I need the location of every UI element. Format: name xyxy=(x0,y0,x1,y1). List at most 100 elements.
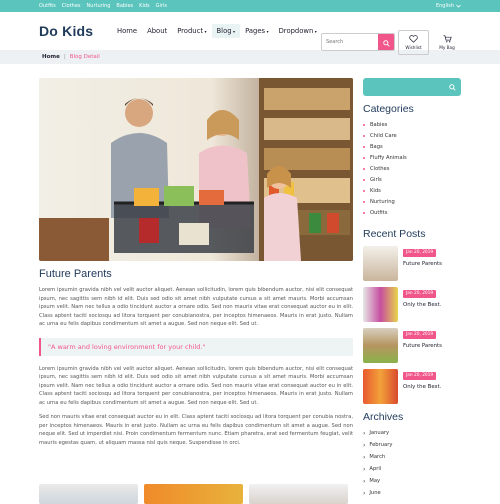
recent-posts-title: Recent Posts xyxy=(363,228,426,240)
nav-pages-label: Pages xyxy=(245,27,266,35)
chevron-right-icon: › xyxy=(363,429,366,437)
nav-product-label: Product xyxy=(177,27,203,35)
post-thumbnail[interactable] xyxy=(363,246,398,281)
recent-posts-list: Jan 20, 2019 Future Parents Jan 20, 2019 O… xyxy=(363,246,461,409)
chevron-right-icon: › xyxy=(363,477,366,485)
top-link-kids[interactable]: Kids xyxy=(139,3,149,9)
bullet-icon xyxy=(363,211,365,214)
category-item[interactable]: Girls xyxy=(363,174,461,185)
nav-home[interactable]: Home xyxy=(112,24,142,38)
archive-item[interactable]: › April xyxy=(363,463,461,475)
nav-product[interactable]: Product ▾ xyxy=(172,24,211,38)
post-date: Jan 20, 2019 xyxy=(403,371,437,380)
post-date: Jan 20, 2019 xyxy=(403,330,437,339)
recent-post[interactable]: Jan 20, 2019 Only the Best. xyxy=(363,287,461,327)
categories-title: Categories xyxy=(363,103,414,115)
archive-item[interactable]: › June xyxy=(363,487,461,499)
category-label: Clothes xyxy=(370,165,390,172)
categories-list: Babies Child Care Bags Fluffy Animals Cl… xyxy=(363,119,461,218)
search-button[interactable] xyxy=(378,34,394,50)
chevron-right-icon: › xyxy=(363,453,366,461)
gallery-thumbnails xyxy=(39,484,348,504)
bullet-icon xyxy=(363,134,365,137)
archive-item[interactable]: › May xyxy=(363,475,461,487)
top-link-girls[interactable]: Girls xyxy=(156,3,167,9)
bullet-icon xyxy=(363,167,365,170)
language-label: English xyxy=(435,3,454,9)
archives-list: › January › February › March › April › May › J… xyxy=(363,427,461,499)
article-title: Future Parents xyxy=(39,268,112,280)
nav-blog[interactable]: Blog ▾ xyxy=(211,24,241,38)
top-link-clothes[interactable]: Clothes xyxy=(62,3,81,9)
nav-about[interactable]: About xyxy=(142,24,172,38)
site-logo[interactable]: Do Kids xyxy=(39,23,93,39)
article-paragraph: Lorem ipsumin gravida nibh vel velit auc… xyxy=(39,365,353,406)
category-item[interactable]: Child Care xyxy=(363,130,461,141)
post-title[interactable]: Future Parents xyxy=(403,261,442,267)
top-link-babies[interactable]: Babies xyxy=(116,3,133,9)
category-label: Girls xyxy=(370,176,382,183)
category-item[interactable]: Bags xyxy=(363,141,461,152)
post-thumbnail[interactable] xyxy=(363,369,398,404)
archive-item[interactable]: › March xyxy=(363,451,461,463)
archive-label: June xyxy=(369,490,381,496)
sidebar: Categories Babies Child Care Bags Fluffy… xyxy=(363,78,461,499)
recent-post[interactable]: Jan 20, 2019 Future Parents xyxy=(363,328,461,368)
archive-item[interactable]: › January xyxy=(363,427,461,439)
post-title[interactable]: Future Parents xyxy=(403,343,442,349)
category-item[interactable]: Kids xyxy=(363,185,461,196)
bag-button[interactable]: My Bag xyxy=(433,30,461,55)
gallery-image[interactable] xyxy=(249,484,348,504)
recent-post[interactable]: Jan 20, 2019 Future Parents xyxy=(363,246,461,286)
bullet-icon xyxy=(363,145,365,148)
recent-post[interactable]: Jan 20, 2019 Only the Best. xyxy=(363,369,461,409)
caret-down-icon: ▾ xyxy=(314,28,317,34)
breadcrumb-home[interactable]: Home xyxy=(42,54,60,60)
nav-pages[interactable]: Pages ▾ xyxy=(240,24,274,38)
top-links: Outfits Clothes Nurturing Babies Kids Gi… xyxy=(39,3,167,9)
wishlist-button[interactable]: Wishlist xyxy=(398,30,429,55)
post-thumbnail[interactable] xyxy=(363,328,398,363)
chevron-right-icon: › xyxy=(363,441,366,449)
category-item[interactable]: Babies xyxy=(363,119,461,130)
cart-icon xyxy=(443,35,452,43)
breadcrumb-separator: | xyxy=(63,54,66,60)
post-title[interactable]: Only the Best. xyxy=(403,384,441,390)
search-icon xyxy=(449,83,456,91)
gallery-image[interactable] xyxy=(39,484,138,504)
bullet-icon xyxy=(363,178,365,181)
nav-dropdown[interactable]: Dropdown ▾ xyxy=(274,24,322,38)
chevron-right-icon: › xyxy=(363,465,366,473)
search-input[interactable] xyxy=(322,34,378,50)
bullet-icon xyxy=(363,200,365,203)
category-label: Fluffy Animals xyxy=(370,154,407,161)
gallery-image[interactable] xyxy=(144,484,243,504)
nav-blog-label: Blog xyxy=(216,27,232,35)
nav-dropdown-label: Dropdown xyxy=(278,27,314,35)
archive-label: May xyxy=(369,478,381,484)
search-box xyxy=(321,33,395,51)
category-item[interactable]: Outfits xyxy=(363,207,461,218)
top-link-outfits[interactable]: Outfits xyxy=(39,3,56,9)
top-link-nurturing[interactable]: Nurturing xyxy=(87,3,111,9)
family-shopping-photo xyxy=(39,78,353,261)
post-thumbnail[interactable] xyxy=(363,287,398,322)
archive-label: March xyxy=(369,454,386,460)
category-label: Kids xyxy=(370,187,381,194)
breadcrumb-current: Blog Detail xyxy=(69,54,100,60)
bullet-icon xyxy=(363,156,365,159)
category-label: Babies xyxy=(370,121,388,128)
article-paragraph: Lorem ipsumin gravida nibh vel velit auc… xyxy=(39,287,353,327)
category-item[interactable]: Clothes xyxy=(363,163,461,174)
heart-icon xyxy=(409,35,418,43)
article-paragraph: Sed non mauris vitae erat consequat auct… xyxy=(39,414,353,446)
category-item[interactable]: Fluffy Animals xyxy=(363,152,461,163)
category-label: Nurturing xyxy=(370,198,395,205)
sidebar-search[interactable] xyxy=(363,78,461,96)
post-date: Jan 20, 2019 xyxy=(403,248,437,257)
caret-down-icon: ▾ xyxy=(266,28,269,34)
post-title[interactable]: Only the Best. xyxy=(403,302,441,308)
archive-item[interactable]: › February xyxy=(363,439,461,451)
category-item[interactable]: Nurturing xyxy=(363,196,461,207)
language-selector[interactable]: English xyxy=(436,3,461,9)
